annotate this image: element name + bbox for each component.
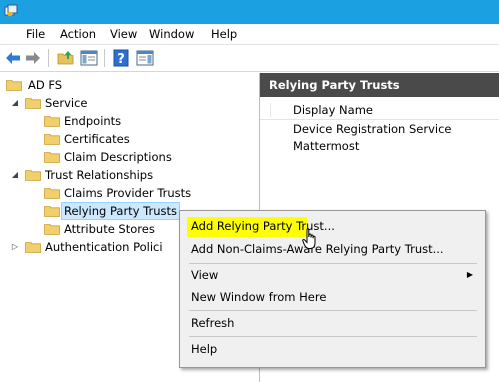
tree-label: AD FS [28, 78, 63, 92]
folder-icon [44, 206, 60, 217]
show-hide-tree-icon[interactable] [79, 48, 99, 68]
tree-item-claim-descriptions[interactable]: Claim Descriptions [42, 148, 252, 166]
toolbar: ? [0, 45, 499, 72]
up-folder-icon[interactable] [56, 48, 76, 68]
folder-icon [44, 152, 60, 163]
tree-label: Endpoints [64, 114, 122, 128]
menu-item-label: Help [191, 342, 218, 356]
menu-bar: File Action View Window Help [0, 24, 499, 45]
context-menu: Add Relying Party Trust... Add Non-Claim… [179, 210, 486, 368]
tree-item-endpoints[interactable]: Endpoints [42, 112, 252, 130]
tree-label: Claim Descriptions [64, 150, 172, 164]
help-icon[interactable]: ? [111, 48, 131, 68]
menu-item-label: View [191, 268, 219, 282]
menu-help[interactable]: Help [209, 26, 239, 42]
show-hide-action-pane-icon[interactable] [135, 48, 155, 68]
column-header-display-name[interactable]: Display Name [260, 101, 499, 120]
tree-item-trust-relationships[interactable]: ◢ Trust Relationships [10, 166, 255, 184]
tree-label: Service [45, 96, 88, 110]
svg-text:?: ? [117, 52, 125, 67]
tree-item-certificates[interactable]: Certificates [42, 130, 252, 148]
column-divider [270, 103, 271, 117]
expand-arrow-icon[interactable]: ▷ [10, 238, 20, 256]
folder-icon [44, 188, 60, 199]
folder-icon [25, 98, 41, 109]
tree-label: Authentication Polici [45, 240, 163, 254]
toolbar-separator [48, 49, 49, 67]
menu-item-label: Refresh [191, 316, 235, 330]
menu-item-add-relying-party-trust[interactable]: Add Relying Party Trust... [182, 215, 481, 237]
tree-label: Certificates [64, 132, 130, 146]
menu-action[interactable]: Action [58, 26, 98, 42]
column-header-label: Display Name [293, 103, 373, 117]
toolbar-separator [104, 49, 105, 67]
title-bar [0, 0, 499, 24]
tree-label-selected: Relying Party Trusts [61, 202, 180, 220]
folder-icon [25, 242, 41, 253]
folder-icon [44, 116, 60, 127]
tree-item-ad-fs[interactable]: AD FS [5, 76, 255, 94]
menu-item-new-window-from-here[interactable]: New Window from Here [182, 286, 481, 308]
menu-item-refresh[interactable]: Refresh [182, 312, 481, 334]
tree-label: Attribute Stores [64, 222, 155, 236]
results-pane-title: Relying Party Trusts [260, 73, 499, 97]
folder-icon [44, 224, 60, 235]
tree-label: Trust Relationships [45, 168, 154, 182]
collapse-arrow-icon[interactable]: ◢ [10, 166, 20, 184]
tree-item-service[interactable]: ◢ Service [10, 94, 255, 112]
back-arrow-icon[interactable] [3, 48, 23, 68]
hand-cursor-icon [302, 228, 316, 249]
collapse-arrow-icon[interactable]: ◢ [10, 94, 20, 112]
menu-separator [189, 310, 477, 311]
menu-item-view[interactable]: View ▶ [182, 264, 481, 286]
menu-item-add-non-claims-aware[interactable]: Add Non-Claims-Aware Relying Party Trust… [182, 238, 481, 260]
menu-file[interactable]: File [24, 26, 47, 42]
folder-icon [44, 134, 60, 145]
mmc-console-icon[interactable] [4, 4, 18, 18]
tree-label: Claims Provider Trusts [64, 186, 192, 200]
submenu-arrow-icon: ▶ [466, 270, 473, 279]
folder-icon [6, 80, 22, 91]
forward-arrow-icon[interactable] [23, 48, 43, 68]
menu-item-label: New Window from Here [191, 290, 327, 304]
menu-item-help[interactable]: Help [182, 338, 481, 360]
folder-icon [25, 170, 41, 181]
list-item[interactable]: Mattermost [293, 138, 359, 154]
menu-view[interactable]: View [108, 26, 139, 42]
menu-window[interactable]: Window [147, 26, 196, 42]
tree-item-claims-provider-trusts[interactable]: Claims Provider Trusts [42, 184, 252, 202]
list-item[interactable]: Device Registration Service [293, 121, 452, 137]
menu-separator [189, 336, 477, 337]
